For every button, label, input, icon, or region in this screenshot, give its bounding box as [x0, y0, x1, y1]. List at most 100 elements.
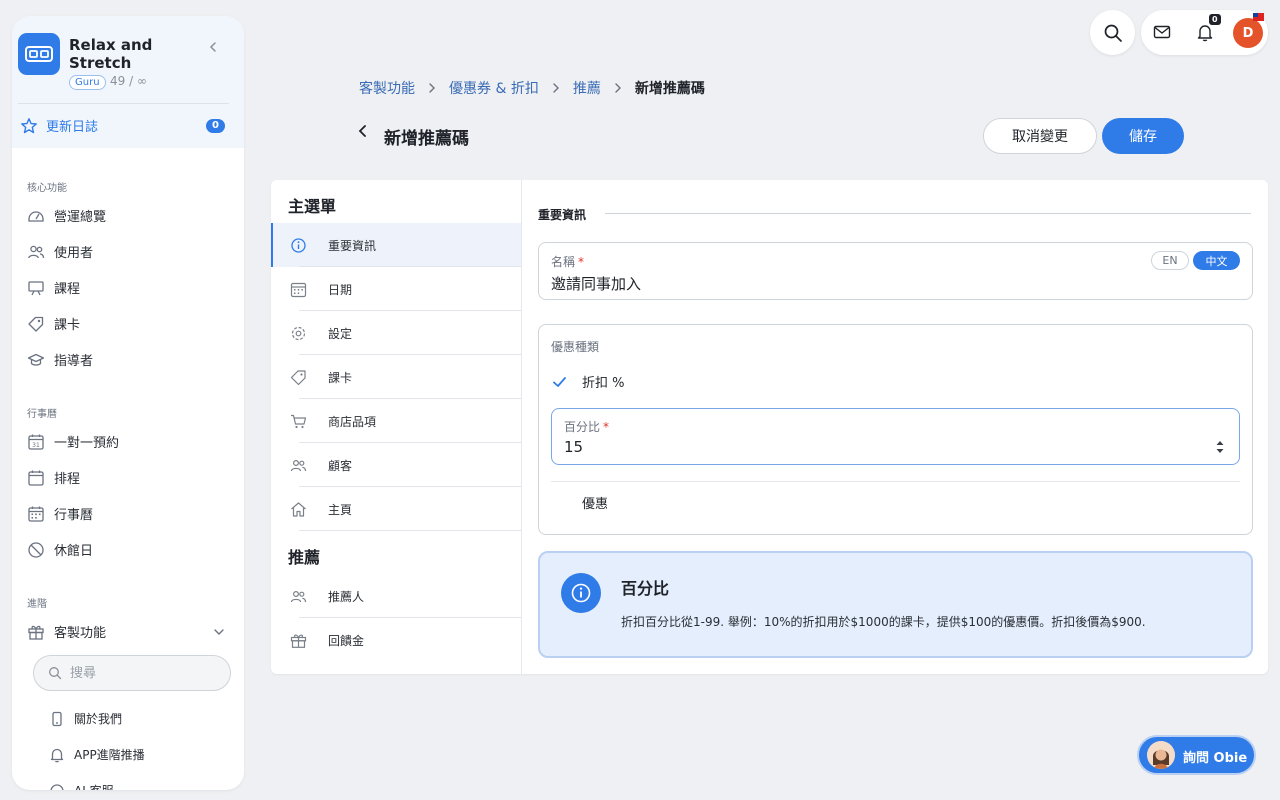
form-nav-label: 課卡 — [328, 370, 353, 385]
option-percent-discount[interactable]: 折扣 % — [551, 372, 625, 391]
users-icon — [290, 590, 307, 602]
option-label: 優惠 — [582, 497, 609, 512]
breadcrumb-link[interactable]: 優惠券 & 折扣 — [449, 78, 539, 98]
back-arrow-icon[interactable] — [355, 123, 371, 139]
sidebar-subitem-push[interactable]: APP進階推播 — [49, 746, 145, 763]
nav-heading-main: 主選單 — [288, 197, 337, 216]
plan-badge: Guru — [69, 75, 106, 90]
breadcrumb-link[interactable]: 客製功能 — [359, 78, 415, 98]
option-label: 折扣 % — [582, 376, 625, 391]
form-nav-item-settings[interactable]: 設定 — [271, 311, 521, 355]
chevron-down-icon[interactable] — [212, 625, 226, 639]
sidebar-item-label: 課程 — [54, 282, 81, 297]
form-nav-item-class-cards[interactable]: 課卡 — [271, 355, 521, 399]
calendar-icon — [28, 470, 44, 486]
top-actions: 0 D — [1141, 10, 1268, 55]
form-nav-label: 設定 — [328, 326, 353, 341]
discount-type-group: 優惠種類 折扣 % 百分比 * 15 優惠 — [538, 324, 1253, 535]
chevron-right-icon — [427, 82, 437, 94]
user-avatar[interactable]: D — [1233, 18, 1263, 48]
sidebar: Relax and Stretch Guru 49 / ∞ 更新日誌 0 核心功… — [12, 16, 244, 790]
sidebar-item-calendar[interactable]: 行事曆 — [27, 504, 93, 523]
form-nav-label: 顧客 — [328, 458, 353, 473]
sidebar-item-dashboard[interactable]: 營運總覽 — [27, 206, 106, 225]
number-stepper-icon[interactable] — [1215, 439, 1225, 455]
form-nav-item-customers[interactable]: 顧客 — [271, 443, 521, 487]
section-advanced-label: 進階 — [27, 599, 47, 610]
search-icon — [49, 667, 62, 680]
sidebar-subitem-ai-support[interactable]: AI 客服 — [49, 782, 114, 790]
sidebar-search-input[interactable] — [70, 665, 210, 681]
gift-icon — [28, 625, 44, 640]
sidebar-item-label: 客製功能 — [54, 626, 107, 641]
cart-icon — [291, 414, 307, 428]
info-title: 百分比 — [621, 579, 670, 598]
sidebar-subitem-about[interactable]: 關於我們 — [49, 710, 122, 727]
form-section-nav: 主選單 重要資訊 日期 設定 課卡 商店品項 顧客 主頁 推薦 推薦人 回饋金 — [271, 180, 522, 674]
flag-icon — [1253, 13, 1264, 21]
form-nav-label: 回饋金 — [328, 633, 365, 648]
collapse-sidebar-icon[interactable] — [206, 40, 220, 54]
name-field[interactable]: 名稱 * 邀請同事加入 EN 中文 — [538, 242, 1253, 300]
form-nav-item-homepage[interactable]: 主頁 — [271, 487, 521, 531]
sidebar-search[interactable] — [33, 655, 231, 691]
divider — [18, 103, 229, 104]
form-nav-label: 日期 — [328, 282, 353, 297]
presentation-icon — [28, 280, 44, 295]
form-nav-item-referrer[interactable]: 推薦人 — [271, 574, 521, 618]
section-calendar-label: 行事曆 — [27, 409, 57, 420]
lang-toggle-zh[interactable]: 中文 — [1193, 251, 1240, 270]
sidebar-item-appointments[interactable]: 31 一對一預約 — [27, 432, 119, 451]
ask-obie-label: 詢問 Obie — [1183, 751, 1248, 766]
gift-icon — [290, 634, 307, 648]
name-field-label: 名稱 * — [551, 255, 585, 269]
info-icon — [561, 573, 601, 613]
info-icon — [291, 237, 306, 253]
percent-field-value[interactable]: 15 — [564, 438, 583, 456]
form-nav-item-dates[interactable]: 日期 — [271, 267, 521, 311]
sidebar-item-label: 排程 — [54, 472, 81, 487]
global-search-button[interactable] — [1090, 10, 1135, 55]
option-discount[interactable]: 優惠 — [551, 493, 608, 512]
graduation-cap-icon — [27, 353, 45, 366]
form-nav-item-store-items[interactable]: 商店品項 — [271, 399, 521, 443]
changelog-link[interactable]: 更新日誌 — [20, 116, 98, 135]
seat-count: 49 / ∞ — [110, 74, 147, 88]
org-logo[interactable] — [18, 33, 60, 75]
sidebar-item-instructors[interactable]: 指導者 — [27, 350, 93, 369]
form-card: 主選單 重要資訊 日期 設定 課卡 商店品項 顧客 主頁 推薦 推薦人 回饋金 … — [271, 180, 1268, 674]
sidebar-item-class-cards[interactable]: 課卡 — [27, 314, 80, 333]
bell-icon — [50, 748, 64, 762]
breadcrumb-link[interactable]: 推薦 — [573, 78, 601, 98]
dashboard-icon — [28, 210, 44, 222]
section-title: 重要資訊 — [538, 208, 587, 222]
check-icon — [553, 376, 566, 387]
breadcrumb-current: 新增推薦碼 — [634, 81, 705, 97]
divider — [605, 213, 1251, 214]
lang-toggle-en[interactable]: EN — [1151, 251, 1189, 270]
ask-obie-button[interactable]: 詢問 Obie — [1137, 735, 1256, 775]
cancel-changes-button[interactable]: 取消變更 — [983, 118, 1097, 154]
sidebar-item-users[interactable]: 使用者 — [27, 242, 93, 261]
form-nav-label: 商店品項 — [328, 414, 377, 429]
sidebar-item-closures[interactable]: 休館日 — [27, 540, 93, 559]
sidebar-item-courses[interactable]: 課程 — [27, 278, 80, 297]
save-button[interactable]: 儲存 — [1102, 118, 1184, 154]
calendar-grid-icon — [28, 506, 44, 522]
percent-field[interactable]: 百分比 * 15 — [551, 408, 1240, 465]
discount-type-label: 優惠種類 — [551, 340, 600, 354]
notification-bell-icon[interactable] — [1196, 23, 1214, 42]
mail-icon[interactable] — [1153, 24, 1171, 40]
form-nav-item-rewards[interactable]: 回饋金 — [271, 618, 521, 662]
sidebar-subitem-label: APP進階推播 — [74, 748, 145, 762]
chevron-right-icon — [551, 82, 561, 94]
sidebar-item-schedule[interactable]: 排程 — [27, 468, 80, 487]
users-icon — [290, 459, 307, 471]
name-field-value[interactable]: 邀請同事加入 — [551, 273, 641, 294]
form-nav-label: 推薦人 — [328, 589, 365, 604]
changelog-label: 更新日誌 — [46, 120, 99, 135]
page-title: 新增推薦碼 — [384, 129, 469, 149]
form-nav-item-key-info[interactable]: 重要資訊 — [271, 223, 521, 267]
sidebar-item-label: 課卡 — [54, 318, 81, 333]
sidebar-item-custom-features[interactable]: 客製功能 — [27, 622, 106, 641]
